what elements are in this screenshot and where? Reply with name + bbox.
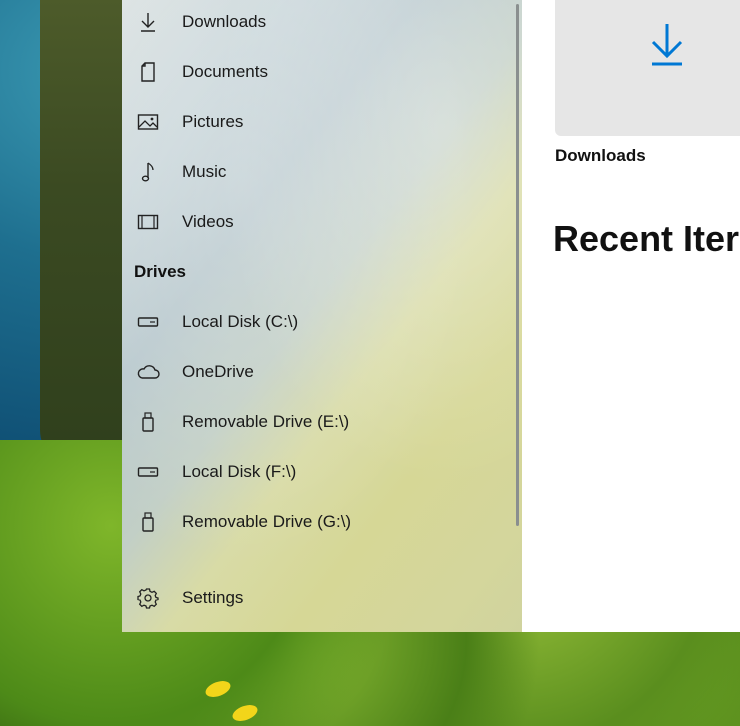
- video-icon: [136, 211, 160, 233]
- hard-drive-icon: [136, 461, 160, 483]
- gear-icon: [136, 587, 160, 609]
- document-icon: [136, 61, 160, 83]
- recent-items-heading: Recent Iter: [553, 218, 740, 259]
- cloud-icon: [136, 361, 160, 383]
- hard-drive-icon: [136, 311, 160, 333]
- nav-item-music[interactable]: Music: [122, 150, 514, 194]
- nav-item-removable-drive-g[interactable]: Removable Drive (G:\): [122, 500, 514, 544]
- download-icon: [643, 20, 691, 68]
- downloads-tile-label: Downloads: [555, 146, 646, 165]
- navigation-pane: Downloads Documents Pictures Music Video…: [122, 0, 522, 632]
- nav-item-label: Music: [182, 162, 227, 181]
- nav-item-downloads[interactable]: Downloads: [122, 0, 514, 44]
- nav-item-removable-drive-e[interactable]: Removable Drive (E:\): [122, 400, 514, 444]
- nav-item-pictures[interactable]: Pictures: [122, 100, 514, 144]
- usb-drive-icon: [136, 411, 160, 433]
- nav-item-label: Pictures: [182, 112, 244, 131]
- download-icon: [136, 11, 160, 33]
- main-content: Downloads Recent Iter: [522, 0, 740, 632]
- nav-item-local-disk-c[interactable]: Local Disk (C:\): [122, 300, 514, 344]
- drive-label: OneDrive: [182, 362, 254, 381]
- usb-drive-icon: [136, 511, 160, 533]
- nav-item-videos[interactable]: Videos: [122, 200, 514, 244]
- settings-label: Settings: [182, 588, 244, 607]
- picture-icon: [136, 111, 160, 133]
- nav-item-label: Documents: [182, 62, 268, 81]
- drive-label: Local Disk (F:\): [182, 462, 297, 481]
- nav-item-documents[interactable]: Documents: [122, 50, 514, 94]
- nav-item-local-disk-f[interactable]: Local Disk (F:\): [122, 450, 514, 494]
- drive-label: Removable Drive (E:\): [182, 412, 350, 431]
- nav-item-label: Videos: [182, 212, 234, 231]
- music-icon: [136, 161, 160, 183]
- drives-section-header: Drives: [134, 262, 186, 281]
- downloads-tile[interactable]: [555, 0, 740, 136]
- nav-scrollbar[interactable]: [516, 4, 519, 526]
- drive-label: Local Disk (C:\): [182, 312, 299, 331]
- nav-item-label: Downloads: [182, 12, 267, 31]
- drive-label: Removable Drive (G:\): [182, 512, 352, 531]
- nav-item-onedrive[interactable]: OneDrive: [122, 350, 514, 394]
- nav-item-settings[interactable]: Settings: [122, 576, 514, 620]
